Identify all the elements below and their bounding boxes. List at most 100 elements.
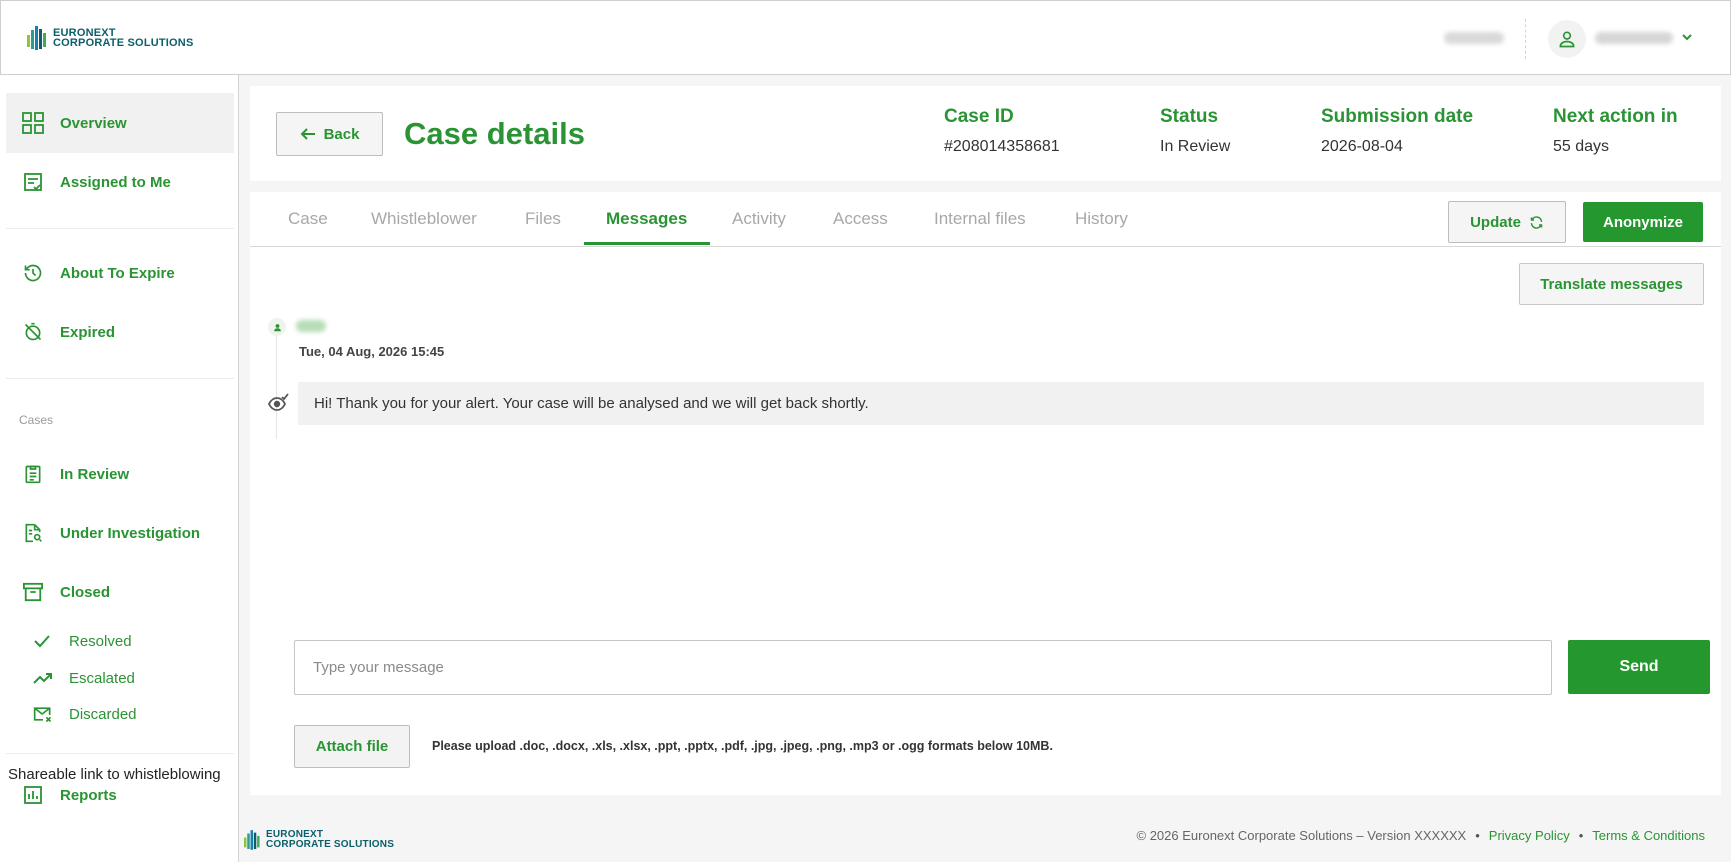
meta-value: 55 days — [1553, 138, 1610, 155]
sidebar-item-label: Closed — [60, 583, 111, 601]
redacted-top-text — [1444, 32, 1504, 44]
sidebar-divider — [6, 378, 234, 379]
timer-off-icon — [21, 320, 45, 344]
seen-eye-icon — [268, 393, 289, 411]
message-input[interactable] — [294, 640, 1552, 695]
sidebar-item-label: Reports — [60, 786, 117, 804]
shareable-link[interactable]: Shareable link to whistleblowing — [8, 766, 221, 783]
meta-label: Case ID — [944, 106, 1014, 127]
message-text: Hi! Thank you for your alert. Your case … — [314, 395, 869, 412]
tab-whistleblower[interactable]: Whistleblower — [371, 209, 477, 229]
footer-copyright: © 2026 Euronext Corporate Solutions – Ve… — [1136, 828, 1467, 843]
send-button[interactable]: Send — [1568, 640, 1710, 694]
sidebar-item-label: Overview — [60, 114, 127, 132]
chevron-down-icon[interactable] — [1681, 31, 1693, 43]
update-button-label: Update — [1470, 213, 1521, 231]
tab-internal-files[interactable]: Internal files — [934, 209, 1026, 229]
sidebar-item-label: In Review — [60, 465, 130, 483]
sidebar-subitem-label: Discarded — [69, 705, 137, 723]
sidebar-item-label: Expired — [60, 323, 116, 341]
message-thread-line — [276, 319, 277, 439]
message-timestamp: Tue, 04 Aug, 2026 15:45 — [299, 344, 445, 359]
attach-file-button[interactable]: Attach file — [294, 725, 410, 768]
refresh-icon — [1530, 215, 1543, 229]
brand-name: EURONEXT CORPORATE SOLUTIONS — [53, 28, 194, 49]
meta-status: Status In Review — [1160, 106, 1230, 156]
translate-messages-button[interactable]: Translate messages — [1519, 263, 1704, 305]
meta-value: In Review — [1160, 138, 1231, 155]
sidebar-item-label: About To Expire — [60, 264, 175, 282]
tab-messages[interactable]: Messages — [606, 209, 687, 229]
meta-label: Submission date — [1321, 106, 1474, 127]
upload-hint: Please upload .doc, .docx, .xls, .xlsx, … — [432, 739, 1053, 753]
document-search-icon — [21, 521, 45, 545]
footer-separator: • — [1475, 828, 1480, 843]
sidebar-item-closed[interactable]: Closed — [6, 562, 234, 622]
user-avatar[interactable] — [1548, 20, 1586, 58]
terms-link[interactable]: Terms & Conditions — [1592, 828, 1705, 843]
update-button[interactable]: Update — [1448, 201, 1566, 243]
meta-value: #208014358681 — [944, 138, 1060, 155]
sidebar-divider — [6, 753, 234, 754]
redacted-sender-name — [296, 320, 326, 332]
redacted-user-name — [1595, 32, 1673, 44]
sidebar-item-under-investigation[interactable]: Under Investigation — [6, 503, 234, 563]
brand-line-2: CORPORATE SOLUTIONS — [266, 839, 395, 850]
top-bar: EURONEXT CORPORATE SOLUTIONS — [0, 0, 1731, 75]
sidebar-item-about-to-expire[interactable]: About To Expire — [6, 243, 234, 303]
footer: © 2026 Euronext Corporate Solutions – Ve… — [1137, 828, 1705, 843]
clipboard-icon — [21, 462, 45, 486]
sender-avatar — [268, 318, 286, 336]
history-icon — [21, 261, 45, 285]
sidebar-item-label: Under Investigation — [60, 524, 201, 542]
sidebar-item-assigned[interactable]: Assigned to Me — [6, 152, 234, 212]
sidebar-item-overview[interactable]: Overview — [6, 93, 234, 153]
sidebar-subitem-resolved[interactable]: Resolved — [33, 631, 132, 651]
trending-up-icon — [33, 668, 53, 688]
privacy-policy-link[interactable]: Privacy Policy — [1489, 828, 1570, 843]
footer-brand-name: EURONEXT CORPORATE SOLUTIONS — [266, 830, 394, 850]
anonymize-button[interactable]: Anonymize — [1583, 202, 1703, 242]
archive-icon — [21, 580, 45, 604]
page-title: Case details — [404, 116, 585, 151]
meta-value: 2026-08-04 — [1321, 138, 1403, 155]
message-bubble: Hi! Thank you for your alert. Your case … — [298, 382, 1704, 425]
euronext-logo-icon — [27, 26, 46, 50]
tab-case[interactable]: Case — [288, 209, 328, 229]
sidebar-subitem-escalated[interactable]: Escalated — [33, 668, 135, 688]
assigned-icon — [21, 170, 45, 194]
brand-line-2: CORPORATE SOLUTIONS — [53, 37, 194, 49]
sidebar-item-in-review[interactable]: In Review — [6, 444, 234, 504]
meta-label: Next action in — [1553, 106, 1678, 127]
user-icon — [273, 323, 281, 331]
sidebar-divider — [6, 228, 234, 229]
back-button[interactable]: Back — [276, 112, 383, 156]
active-tab-indicator — [584, 242, 710, 245]
mail-x-icon — [33, 704, 53, 724]
sidebar-item-expired[interactable]: Expired — [6, 302, 234, 362]
meta-next-action: Next action in 55 days — [1553, 106, 1678, 156]
tab-files[interactable]: Files — [525, 209, 561, 229]
sidebar-subitem-label: Escalated — [69, 669, 135, 687]
top-divider — [1525, 19, 1526, 59]
sidebar: Overview Assigned to Me About To Expire … — [0, 75, 239, 862]
messages-panel: Case Whistleblower Files Messages Activi… — [250, 192, 1721, 795]
footer-separator: • — [1578, 828, 1584, 843]
bar-chart-icon — [21, 783, 45, 807]
meta-case-id: Case ID #208014358681 — [944, 106, 1060, 156]
footer-logo: EURONEXT CORPORATE SOLUTIONS — [244, 829, 394, 851]
case-header: Back Case details Case ID #208014358681 … — [250, 86, 1721, 181]
brand-logo[interactable]: EURONEXT CORPORATE SOLUTIONS — [27, 25, 194, 51]
arrow-left-icon — [300, 128, 315, 140]
tab-history[interactable]: History — [1075, 209, 1128, 229]
user-icon — [1559, 31, 1575, 48]
case-tabs: Case Whistleblower Files Messages Activi… — [250, 192, 1721, 247]
tab-activity[interactable]: Activity — [732, 209, 786, 229]
grid-icon — [21, 111, 45, 135]
sidebar-subitem-discarded[interactable]: Discarded — [33, 704, 137, 724]
meta-label: Status — [1160, 106, 1219, 127]
section-label-cases: Cases — [19, 413, 54, 427]
euronext-logo-icon — [244, 830, 260, 850]
tab-access[interactable]: Access — [833, 209, 888, 229]
meta-submission-date: Submission date 2026-08-04 — [1321, 106, 1473, 156]
